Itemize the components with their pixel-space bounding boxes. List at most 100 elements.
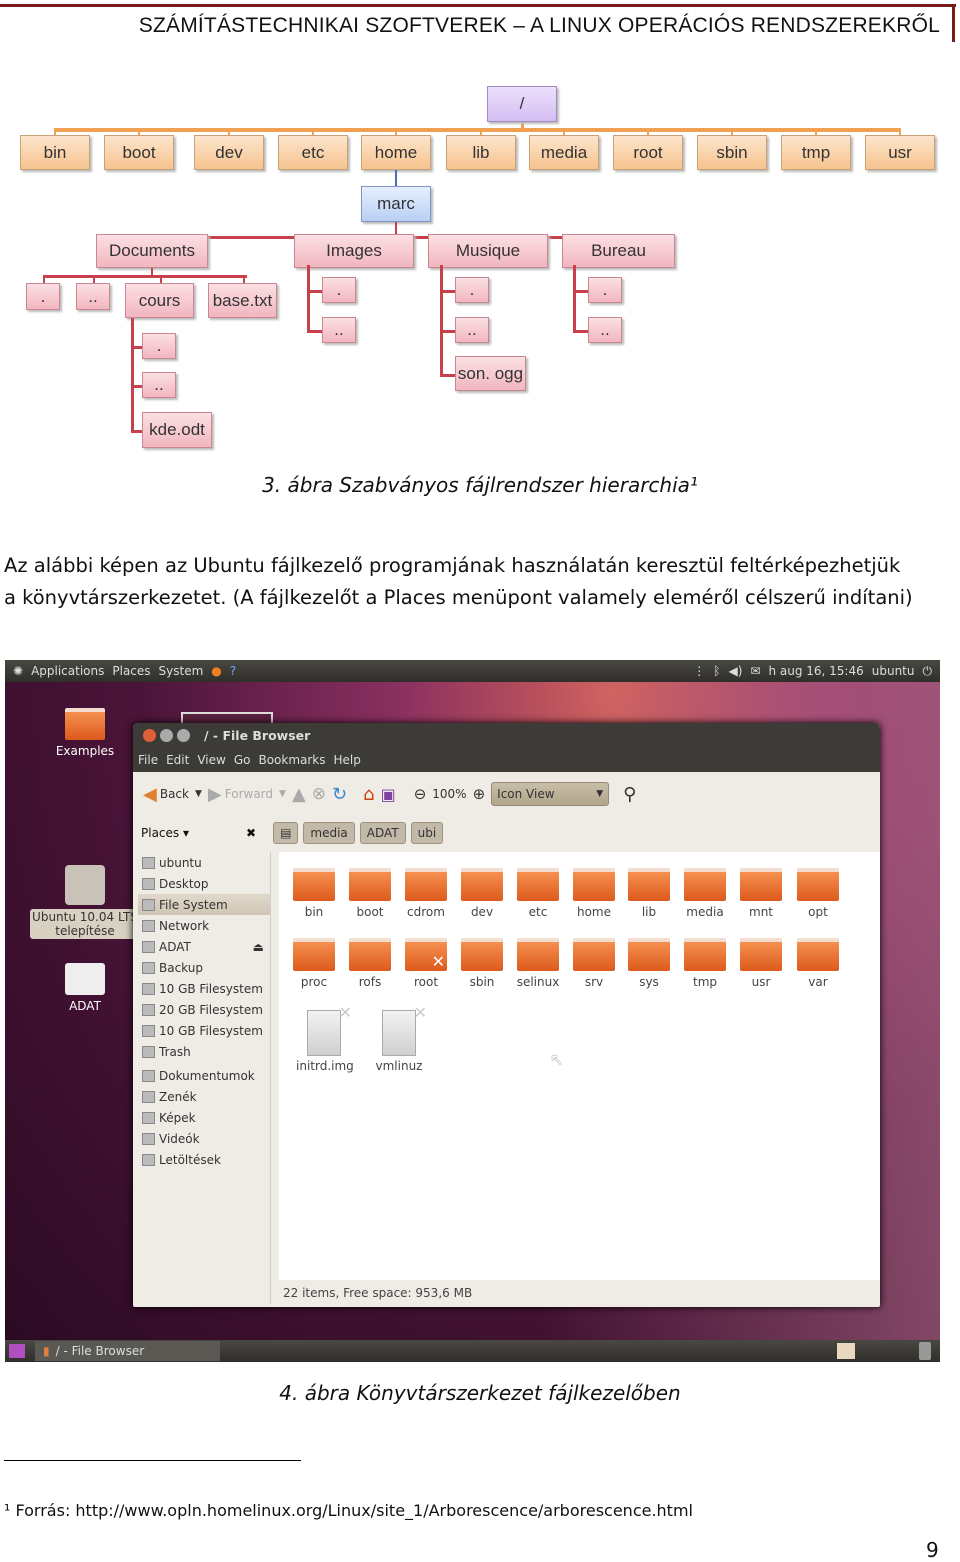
place-icon [142,1111,155,1124]
sidebar-item[interactable]: Network [138,915,270,936]
ubuntu-logo-icon: ✺ [13,664,24,678]
menu-places[interactable]: Places [112,664,150,678]
user-menu[interactable]: ubuntu [872,664,915,678]
zoom-out-icon[interactable]: ⊖ [414,785,427,803]
tree-node-tmp: tmp [781,135,851,170]
up-icon[interactable]: ▲ [292,784,306,805]
desktop-icon-install[interactable]: Ubuntu 10.04 LTS telepítése [30,865,140,939]
crumb-media[interactable]: media [303,822,355,844]
place-icon [142,961,155,974]
zoom-in-icon[interactable]: ⊕ [473,785,486,803]
eject-icon[interactable]: ⏏ [253,940,264,954]
sidebar-item[interactable]: ubuntu [138,852,270,873]
folder-item[interactable]: etc [510,868,566,919]
sidebar-item[interactable]: 10 GB Filesystem [138,978,270,999]
workspace-switcher[interactable] [837,1343,855,1359]
back-button[interactable]: ◀ Back [143,784,189,805]
folder-item[interactable]: tmp [677,938,733,989]
folder-item[interactable]: srv [566,938,622,989]
stop-icon[interactable]: ⊗ [312,784,326,804]
minimize-icon[interactable] [160,729,173,742]
menu-view[interactable]: View [197,753,225,767]
place-icon [142,1069,155,1082]
sidebar-item[interactable]: Trash [138,1041,270,1062]
network-icon[interactable]: ⋮ [693,664,705,678]
folder-icon: ▮ [43,1344,50,1358]
reload-icon[interactable]: ↻ [332,784,347,805]
folder-item[interactable]: media [677,868,733,919]
desktop-icon-examples[interactable]: Examples [45,708,125,758]
home-icon[interactable]: ⌂ [363,784,374,805]
menu-edit[interactable]: Edit [166,753,189,767]
forward-history-dropdown[interactable]: ▼ [279,789,286,799]
folder-item[interactable]: rofs [342,938,398,989]
sidebar-item[interactable]: Letöltések [138,1149,270,1170]
volume-icon[interactable]: ◀) [728,664,742,678]
tree-connector [43,275,247,278]
bluetooth-icon[interactable]: ᛒ [713,664,720,678]
folder-item[interactable]: var [790,938,846,989]
folder-item[interactable]: usr [733,938,789,989]
search-icon[interactable]: ⚲ [623,784,636,805]
sidebar-item[interactable]: Zenék [138,1086,270,1107]
mail-icon[interactable]: ✉ [750,664,760,678]
sidebar-item[interactable]: Videók [138,1128,270,1149]
sidebar-item[interactable]: Dokumentumok [138,1065,270,1086]
clock[interactable]: h aug 16, 15:46 [768,664,863,678]
folder-item[interactable]: proc [286,938,342,989]
close-sidebar-icon[interactable]: ✖ [246,826,256,840]
place-icon [142,1090,155,1103]
file-item[interactable]: ✕ vmlinuz [371,1003,427,1073]
show-desktop-icon[interactable] [9,1344,25,1358]
folder-icon [293,868,335,901]
view-mode-select[interactable]: Icon View ▼ [491,782,610,806]
folder-item[interactable]: mnt [733,868,789,919]
menu-go[interactable]: Go [234,753,251,767]
desktop-icon-adat[interactable]: ADAT [45,963,125,1013]
forward-button[interactable]: ▶ Forward [208,784,273,805]
back-history-dropdown[interactable]: ▼ [195,789,202,799]
sidebar-item[interactable]: Képek [138,1107,270,1128]
crumb-adat[interactable]: ADAT [359,822,406,844]
sidebar-item[interactable]: 10 GB Filesystem [138,1020,270,1041]
tree-node-Musique: Musique [428,234,548,268]
help-icon[interactable]: ? [230,664,236,678]
footnote-separator [4,1460,301,1461]
folder-item[interactable]: sys [621,938,677,989]
places-dropdown[interactable]: Places ▾ [141,826,261,840]
menu-file[interactable]: File [138,753,158,767]
crumb-ubi[interactable]: ubi [410,822,444,844]
sidebar-item[interactable]: ADAT ⏏ [138,936,270,957]
menu-help[interactable]: Help [334,753,361,767]
folder-item[interactable]: ✕ root [398,938,454,989]
sidebar-item[interactable]: 20 GB Filesystem [138,999,270,1020]
close-icon[interactable] [143,729,156,742]
sidebar-item[interactable]: Desktop [138,873,270,894]
tree-connector [307,265,310,330]
menu-applications[interactable]: Applications [31,664,104,678]
menu-system[interactable]: System [159,664,204,678]
folder-item[interactable]: opt [790,868,846,919]
trash-icon[interactable] [919,1342,931,1360]
sidebar-item[interactable]: Backup [138,957,270,978]
folder-item[interactable]: dev [454,868,510,919]
folder-item[interactable]: lib [621,868,677,919]
computer-icon[interactable]: ▣ [381,785,396,804]
tree-node-root: root [613,135,683,170]
menu-bookmarks[interactable]: Bookmarks [258,753,325,767]
folder-item[interactable]: boot [342,868,398,919]
tree-connector [307,330,322,333]
figure-caption-3: 3. ábra Szabványos fájlrendszer hierarch… [262,473,698,497]
taskbar-item-file-browser[interactable]: ▮ / - File Browser [35,1341,220,1361]
folder-item[interactable]: sbin [454,938,510,989]
power-icon[interactable]: ⏻ [923,664,933,679]
crumb-root[interactable]: ▤ [273,822,299,844]
folder-item[interactable]: selinux [510,938,566,989]
folder-item[interactable]: cdrom [398,868,454,919]
file-item[interactable]: ✕ initrd.img [296,1003,354,1073]
sidebar-item[interactable]: File System [138,894,270,915]
folder-item[interactable]: home [566,868,622,919]
folder-item[interactable]: bin [286,868,342,919]
firefox-icon[interactable]: ● [211,664,221,678]
maximize-icon[interactable] [177,729,190,742]
